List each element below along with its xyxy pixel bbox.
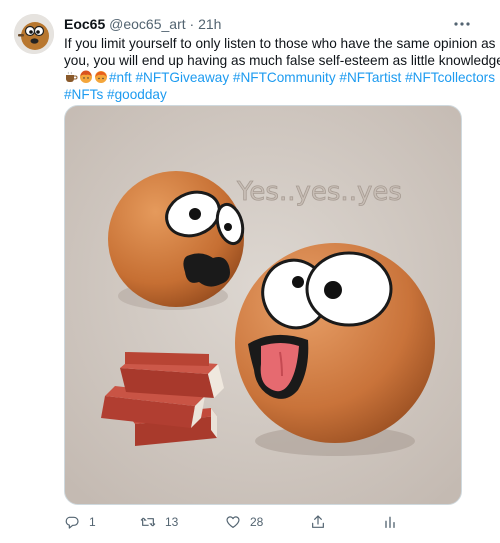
tweet-text-line: you, you will end up having as much fals…	[64, 53, 500, 68]
person-emoji-icon	[95, 71, 107, 83]
avatar[interactable]	[14, 14, 54, 54]
media-image: Yes..yes..yes	[65, 106, 461, 504]
avatar-image	[14, 14, 54, 54]
more-icon[interactable]	[452, 14, 472, 34]
reply-count: 1	[89, 515, 96, 529]
analytics-icon	[385, 516, 395, 528]
retweet-count: 13	[165, 515, 179, 529]
separator-dot: ·	[189, 16, 195, 32]
hashtag-links[interactable]: #NFTs #goodday	[64, 86, 474, 103]
overlay-text: Yes..yes..yes	[236, 177, 402, 207]
tweet-text-line: If you limit yourself to only listen to …	[64, 36, 496, 51]
tweet-media[interactable]: Yes..yes..yes	[64, 105, 462, 505]
coffee-emoji-icon	[66, 71, 78, 82]
author-handle[interactable]: @eoc65_art	[109, 16, 185, 32]
tweet[interactable]: Eoc65 @eoc65_art · 21h If you limit your…	[0, 0, 500, 543]
retweet-icon	[140, 517, 156, 527]
analytics-button[interactable]	[382, 512, 407, 532]
like-button[interactable]: 28	[225, 512, 263, 532]
author-name[interactable]: Eoc65	[64, 16, 105, 32]
reply-icon	[65, 516, 79, 529]
retweet-button[interactable]: 13	[140, 512, 178, 532]
share-button[interactable]	[310, 512, 335, 532]
person-emoji-icon	[80, 70, 92, 83]
hashtag-links[interactable]: #nft #NFTGiveaway #NFTCommunity #NFTarti…	[109, 70, 495, 85]
hashtag-line: #nft #NFTGiveaway #NFTCommunity #NFTarti…	[64, 69, 495, 86]
tweet-header: Eoc65 @eoc65_art · 21h	[64, 14, 480, 34]
reply-button[interactable]: 1	[64, 512, 96, 532]
tweet-actions: 1 13 28	[64, 512, 404, 532]
heart-icon	[226, 516, 240, 528]
like-count: 28	[250, 515, 264, 529]
timestamp[interactable]: 21h	[198, 16, 221, 32]
tweet-text: If you limit yourself to only listen to …	[64, 35, 500, 103]
share-icon	[312, 515, 324, 528]
